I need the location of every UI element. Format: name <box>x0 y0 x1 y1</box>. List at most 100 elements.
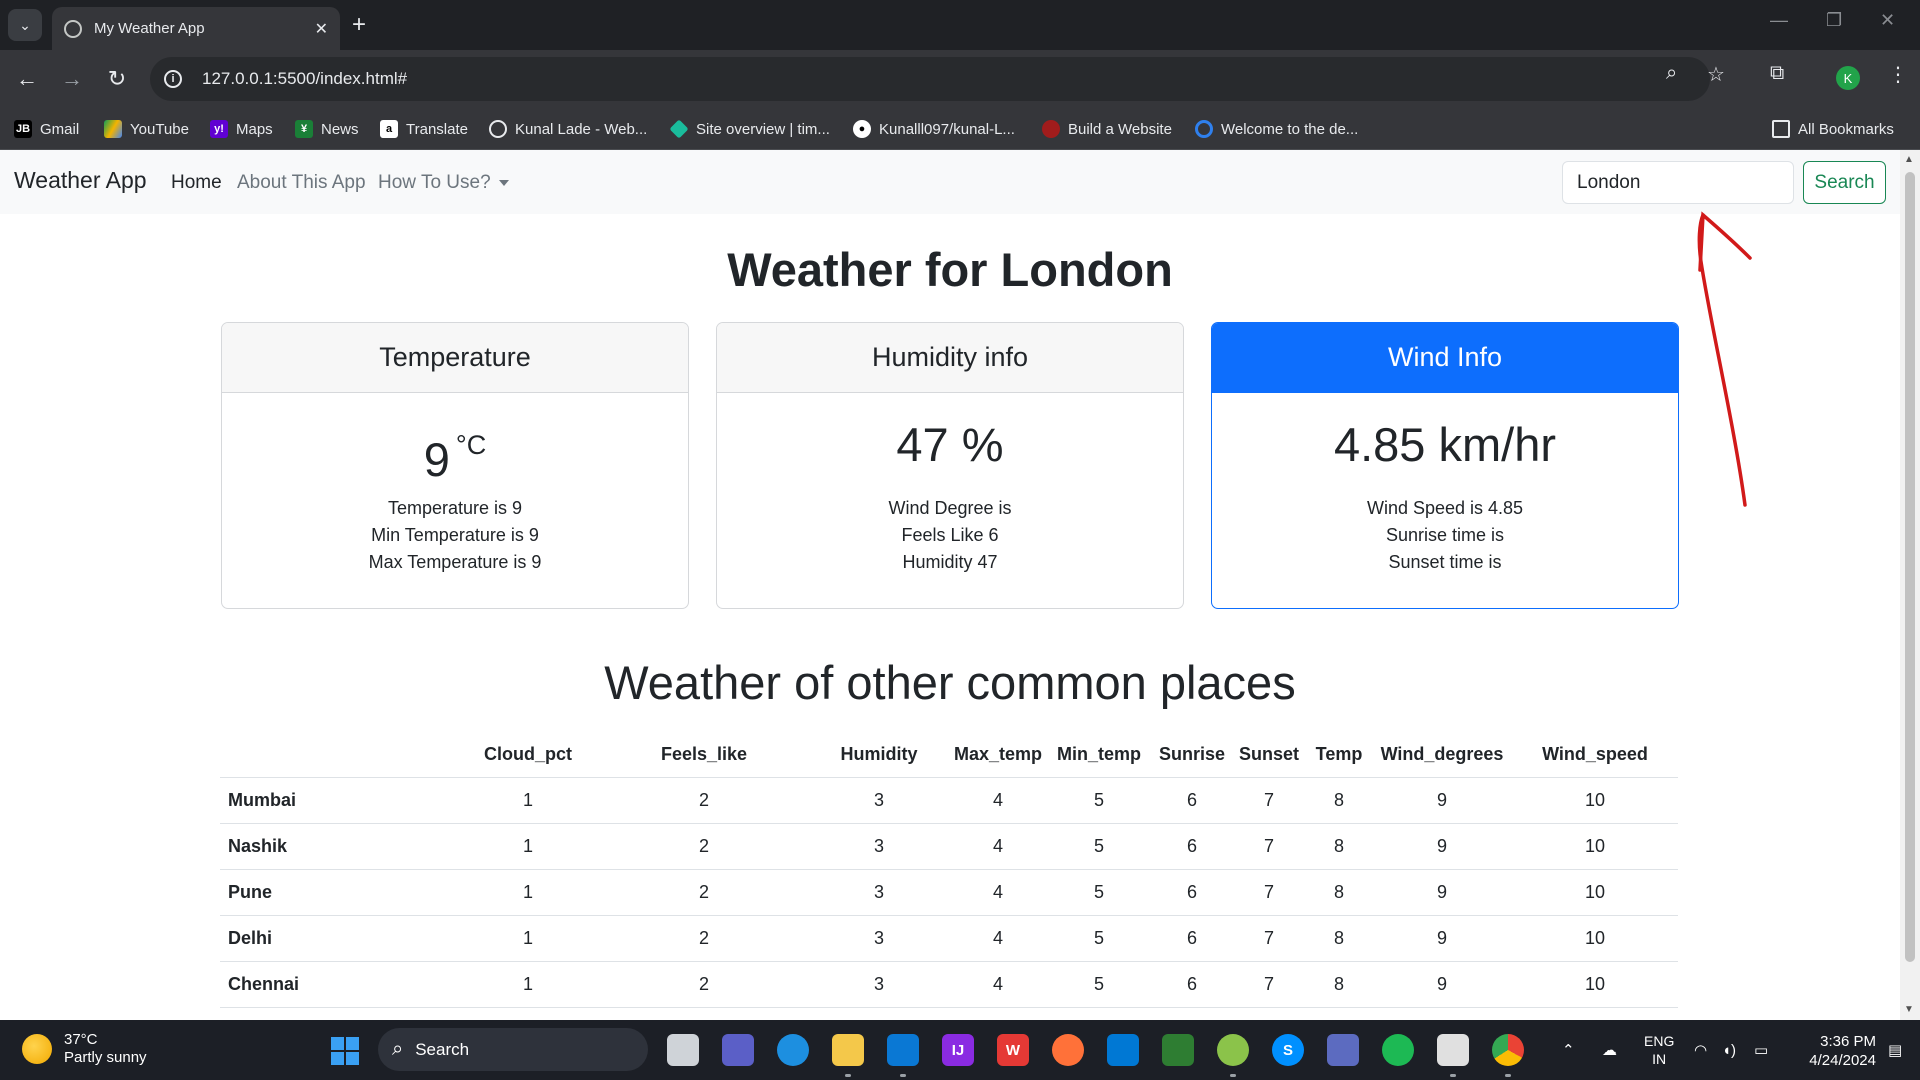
table-cell: 6 <box>1152 777 1232 824</box>
globe-icon <box>489 120 507 138</box>
restore-icon[interactable]: ❐ <box>1826 10 1842 31</box>
wind-value: 4.85 km/hr <box>1333 418 1557 471</box>
battery-icon[interactable]: ▭ <box>1754 1020 1768 1080</box>
url-text: 127.0.0.1:5500/index.html# <box>202 69 408 88</box>
column-header: Cloud_pct <box>456 733 600 778</box>
copilot-icon[interactable] <box>1327 1034 1359 1066</box>
chrome-icon[interactable] <box>1492 1034 1524 1066</box>
store-icon[interactable] <box>1107 1034 1139 1066</box>
firefox-icon[interactable] <box>1052 1034 1084 1066</box>
bookmark-item[interactable]: y! Maps <box>210 108 273 150</box>
volume-icon[interactable]: ◖) <box>1722 1020 1736 1080</box>
all-bookmarks[interactable]: All Bookmarks <box>1772 108 1894 150</box>
system-clock[interactable]: 3:36 PM 4/24/2024 <box>1796 1032 1876 1070</box>
table-cell: 2 <box>600 961 808 1008</box>
scrollbar-thumb[interactable] <box>1905 172 1915 962</box>
search-input[interactable] <box>1562 161 1794 204</box>
intellij-icon[interactable]: IJ <box>942 1034 974 1066</box>
bookmark-item[interactable]: Site overview | tim... <box>669 108 830 150</box>
table-header-row: Cloud_pct Feels_like Humidity Max_temp M… <box>220 733 1678 778</box>
nav-how-to-use[interactable]: How To Use? <box>378 172 509 194</box>
bookmark-item[interactable]: Build a Website <box>1042 108 1172 150</box>
nav-home[interactable]: Home <box>171 172 222 194</box>
column-header: Temp <box>1306 733 1372 778</box>
widget-desc: Partly sunny <box>64 1049 147 1066</box>
site-info-icon[interactable]: i <box>164 70 182 88</box>
table-cell: 6 <box>1152 823 1232 870</box>
forward-icon[interactable]: → <box>55 62 89 96</box>
page-title: Weather for London <box>727 243 1173 296</box>
taskbar-search[interactable]: ⌕ Search <box>378 1028 648 1071</box>
card-line: Feels Like 6 <box>901 525 999 545</box>
extensions-icon[interactable]: ⧉ <box>1770 62 1784 85</box>
edge-icon[interactable] <box>777 1034 809 1066</box>
zoom-icon[interactable]: ⌕ <box>1666 62 1677 85</box>
snipping-tool-icon[interactable] <box>1437 1034 1469 1066</box>
notification-icon[interactable]: ▤ <box>1888 1020 1902 1080</box>
bookmark-item[interactable]: ● Kunalll097/kunal-L... <box>853 108 1015 150</box>
bookmark-label: YouTube <box>130 120 189 138</box>
excel-icon[interactable] <box>1162 1034 1194 1066</box>
table-cell: 3 <box>808 961 950 1008</box>
teams-icon[interactable] <box>722 1034 754 1066</box>
spotify-icon[interactable] <box>1382 1034 1414 1066</box>
table-cell: 9 <box>1372 869 1512 916</box>
nav-about[interactable]: About This App <box>237 172 366 194</box>
browser-toolbar: ← → ↻ i 127.0.0.1:5500/index.html# <box>0 50 1920 108</box>
profile-avatar[interactable]: K <box>1836 66 1860 90</box>
wps-icon[interactable]: W <box>997 1034 1029 1066</box>
browser-tabstrip: ⌄ My Weather App ✕ + — ❐ ✕ <box>0 0 1920 50</box>
running-indicator <box>1230 1074 1236 1077</box>
menu-kebab-icon[interactable]: ⋮ <box>1888 62 1908 87</box>
page-scrollbar[interactable]: ▲ ▼ <box>1900 150 1920 1020</box>
table-cell: 1 <box>456 961 600 1008</box>
windows-start-icon[interactable] <box>331 1037 359 1065</box>
amazon-icon: a <box>380 120 398 138</box>
wifi-icon[interactable]: ◠ <box>1694 1020 1707 1080</box>
skype-icon[interactable]: S <box>1272 1034 1304 1066</box>
language-indicator[interactable]: ENG IN <box>1644 1020 1674 1080</box>
task-view-icon[interactable] <box>667 1034 699 1066</box>
table-cell: 4 <box>950 915 1046 962</box>
table-cell: 9 <box>1372 777 1512 824</box>
table-cell: 3 <box>808 869 950 916</box>
search-icon: ⌕ <box>392 1038 404 1060</box>
widget-temp: 37°C <box>64 1031 98 1048</box>
tab-search-chevron-icon[interactable]: ⌄ <box>8 9 42 41</box>
table-cell: 7 <box>1232 823 1306 870</box>
scroll-down-icon[interactable]: ▼ <box>1904 1004 1914 1015</box>
diamond-icon <box>669 119 689 139</box>
weather-widget[interactable]: 37°C Partly sunny <box>22 1031 147 1067</box>
table-cell: 1 <box>456 915 600 962</box>
column-header: Max_temp <box>950 733 1046 778</box>
browser-tab[interactable]: My Weather App ✕ <box>52 7 340 50</box>
search-button[interactable]: Search <box>1803 161 1886 204</box>
bookmark-item[interactable]: Kunal Lade - Web... <box>489 108 647 150</box>
back-icon[interactable]: ← <box>10 62 44 96</box>
column-header: Wind_degrees <box>1372 733 1512 778</box>
onedrive-icon[interactable]: ☁ <box>1602 1020 1617 1080</box>
greenshot-icon[interactable] <box>1217 1034 1249 1066</box>
bookmark-item[interactable]: a Translate <box>380 108 468 150</box>
file-explorer-icon[interactable] <box>832 1034 864 1066</box>
navbar-brand[interactable]: Weather App <box>14 167 147 194</box>
bookmark-star-icon[interactable]: ☆ <box>1707 62 1725 87</box>
temperature-card: Temperature 9 °C Temperature is 9 Min Tem… <box>221 322 689 609</box>
reload-icon[interactable]: ↻ <box>100 62 134 96</box>
table-cell: 3 <box>808 915 950 962</box>
table-cell: 2 <box>600 915 808 962</box>
bookmark-item[interactable]: Welcome to the de... <box>1195 108 1358 150</box>
close-window-icon[interactable]: ✕ <box>1880 10 1895 31</box>
table-row: Nashik 1 2 3 4 5 6 7 8 9 10 <box>220 823 1678 870</box>
bookmark-item[interactable]: YouTube <box>104 108 189 150</box>
close-tab-icon[interactable]: ✕ <box>315 19 328 39</box>
scroll-up-icon[interactable]: ▲ <box>1904 154 1914 165</box>
minimize-icon[interactable]: — <box>1770 10 1788 31</box>
bookmark-item[interactable]: JB Gmail <box>14 108 79 150</box>
vscode-icon[interactable] <box>887 1034 919 1066</box>
common-places-table: Cloud_pct Feels_like Humidity Max_temp M… <box>220 733 1678 1008</box>
bookmark-item[interactable]: ¥ News <box>295 108 359 150</box>
tray-overflow-icon[interactable]: ⌃ <box>1562 1020 1575 1080</box>
address-bar[interactable]: i 127.0.0.1:5500/index.html# <box>150 57 1710 101</box>
new-tab-button[interactable]: + <box>352 10 366 40</box>
